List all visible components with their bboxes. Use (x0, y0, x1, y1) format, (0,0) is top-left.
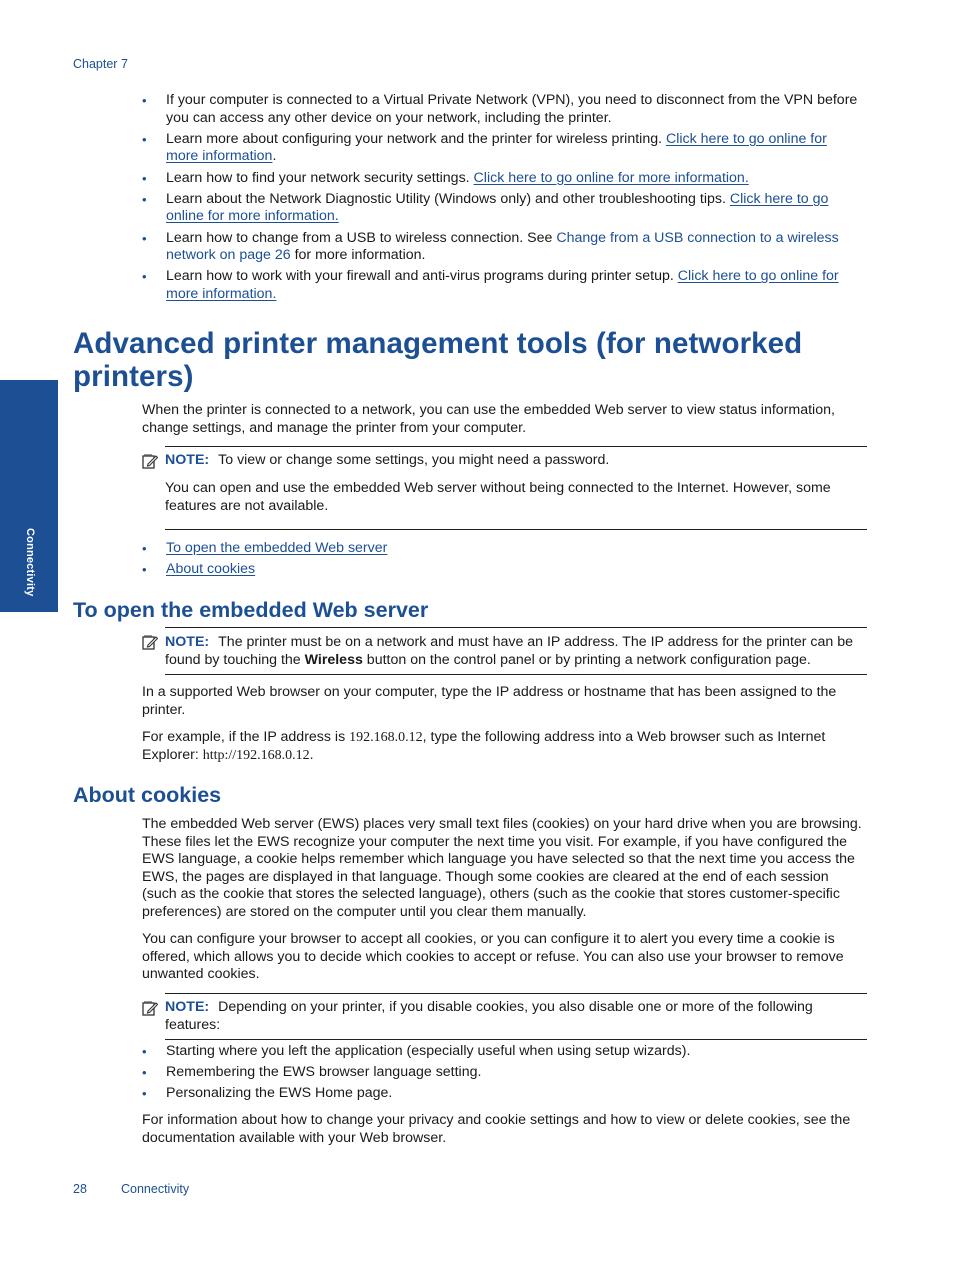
bullet-icon: • (142, 170, 147, 186)
note-top-rule (165, 993, 867, 994)
ip-address: 192.168.0.12 (349, 730, 423, 745)
cookies-paragraph-3: For information about how to change your… (142, 1112, 851, 1146)
note-disable-cookies: NOTE: Depending on your printer, if you d… (165, 999, 813, 1033)
note-password-extra: You can open and use the embedded Web se… (165, 480, 831, 514)
wireless-button-name: Wireless (304, 651, 363, 668)
note-bottom-rule (165, 1039, 867, 1040)
bullet-icon: • (142, 93, 147, 108)
list-item: • Learn how to find your network securit… (142, 169, 749, 186)
bullet-icon: • (142, 1044, 147, 1059)
list-item: • If your computer is connected to a Vir… (142, 92, 858, 126)
bullet-icon: • (142, 1065, 147, 1081)
section-toc-list: • To open the embedded Web server • Abou… (142, 540, 842, 582)
open-ews-paragraph: In a supported Web browser on your compu… (142, 684, 837, 718)
note-pad-icon (142, 454, 158, 469)
note-top-rule (165, 627, 867, 628)
ews-url: http://192.168.0.12 (202, 747, 310, 763)
note-pad-icon (142, 1001, 158, 1016)
bullet-icon: • (142, 191, 147, 207)
list-item: • Starting where you left the applicatio… (142, 1043, 691, 1059)
note-pad-icon (142, 635, 158, 650)
note-ip-address: NOTE: The printer must be on a network an… (165, 634, 853, 668)
ip-example-paragraph: For example, if the IP address is 192.16… (142, 729, 826, 763)
bullet-icon: • (142, 230, 147, 246)
note-top-rule (165, 446, 867, 447)
section-title-advanced-tools: Advanced printer management tools (for n… (73, 327, 803, 393)
list-item: • Learn more about configuring your netw… (142, 130, 827, 165)
list-item: • Personalizing the EWS Home page. (142, 1085, 393, 1102)
list-item: • Learn how to work with your firewall a… (142, 268, 839, 302)
side-tab-label: Connectivity (24, 528, 36, 597)
section-title-about-cookies: About cookies (73, 783, 222, 807)
list-item: • To open the embedded Web server (142, 540, 842, 558)
section-title-open-ews: To open the embedded Web server (73, 598, 429, 622)
disabled-features-list: • Starting where you left the applicatio… (142, 1043, 862, 1107)
toc-link-open-ews[interactable]: To open the embedded Web server (166, 540, 387, 556)
security-settings-link[interactable]: Click here to go online for more informa… (474, 170, 749, 186)
toc-link-about-cookies[interactable]: About cookies (166, 561, 255, 577)
list-item: • Learn how to change from a USB to wire… (142, 229, 839, 264)
note-label: NOTE: (165, 634, 210, 650)
cookies-paragraph-2: You can configure your browser to accept… (142, 931, 844, 983)
list-item: • Remembering the EWS browser language s… (142, 1064, 482, 1081)
advanced-tools-paragraph: When the printer is connected to a netwo… (142, 402, 835, 436)
page-number: 28 (73, 1182, 87, 1196)
intro-bullet-list: • If your computer is connected to a Vir… (142, 92, 862, 307)
bullet-icon: • (142, 1086, 147, 1102)
list-item: • Learn about the Network Diagnostic Uti… (142, 190, 829, 225)
note-password: NOTE: To view or change some settings, yo… (165, 452, 610, 468)
footer-section: Connectivity (121, 1182, 190, 1196)
note-bottom-rule (165, 529, 867, 530)
note-bottom-rule (165, 674, 867, 675)
bullet-icon: • (142, 269, 147, 285)
bullet-icon: • (142, 541, 147, 556)
note-label: NOTE: (165, 452, 210, 468)
chapter-header: Chapter 7 (73, 57, 128, 71)
cookies-paragraph-1: The embedded Web server (EWS) places ver… (142, 816, 862, 920)
list-item: • About cookies (142, 561, 842, 579)
bullet-icon: • (142, 562, 147, 578)
note-label: NOTE: (165, 999, 210, 1015)
bullet-icon: • (142, 131, 147, 147)
